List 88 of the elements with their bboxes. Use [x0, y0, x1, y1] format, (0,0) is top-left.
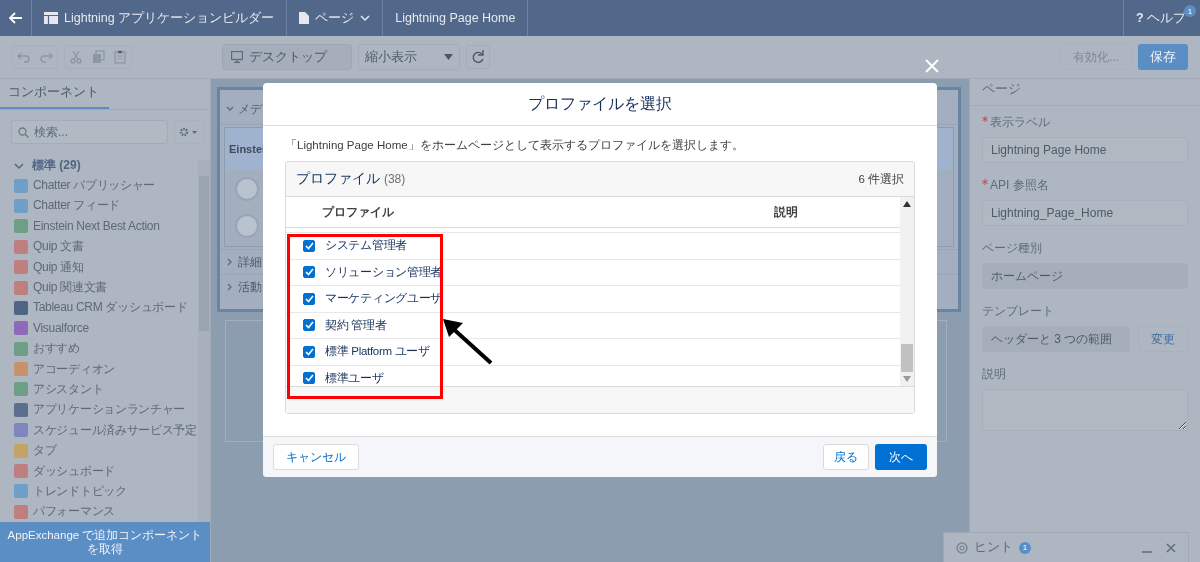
component-item[interactable]: Tableau CRM ダッシュボード [33, 299, 188, 317]
readonly-field[interactable]: ヘッダーと 3 つの範囲 [982, 326, 1130, 352]
component-item[interactable]: タブ [33, 442, 57, 460]
profile-name: 標準 Platform ユーザ [325, 344, 430, 360]
checkbox[interactable] [303, 345, 315, 358]
search-icon [18, 127, 29, 138]
next-button[interactable]: 次へ [875, 444, 927, 470]
search-field[interactable]: 検索... [11, 120, 168, 144]
description-field[interactable] [982, 389, 1188, 431]
chevron-right-icon [226, 283, 234, 291]
component-item[interactable]: Quip 文書 [33, 238, 84, 256]
component-item[interactable]: Quip 関連文書 [33, 279, 107, 296]
profile-name: 契約 管理者 [325, 317, 387, 333]
component-item[interactable]: パフォーマンス [33, 503, 115, 521]
profile-name: ソリューション管理者 [325, 264, 442, 280]
component-item[interactable]: Chatter パブリッシャー [33, 177, 156, 195]
table-icon [44, 12, 58, 24]
checkbox[interactable] [303, 239, 315, 252]
hint-badge: 1 [1019, 541, 1031, 554]
profile-name: システム管理者 [325, 238, 407, 254]
change-button[interactable]: 変更 [1138, 326, 1188, 352]
component-item[interactable]: アプリケーションランチャー [33, 401, 186, 419]
back-button[interactable]: 戻る [823, 444, 869, 470]
checkbox[interactable] [303, 292, 315, 305]
device-selector[interactable]: デスクトップ [222, 44, 352, 70]
component-item[interactable]: スケジュール済みサービス予定 [33, 421, 197, 439]
group-header[interactable]: 標準 (29) [14, 156, 198, 176]
text-field[interactable]: Lightning_Page_Home [982, 200, 1188, 226]
appexchange-button[interactable]: AppExchange で追加コンポーネントを取得 [0, 522, 210, 562]
pointer-arrow [441, 317, 493, 365]
modal-description: 「Lightning Page Home」をホームページとして表示するプロファイルを選択します。 [285, 138, 745, 153]
monitor-icon [231, 51, 243, 63]
scroll-thumb[interactable] [901, 344, 913, 372]
component-item[interactable]: トレンドトピック [33, 482, 127, 500]
modal-title: プロファイルを選択 [528, 93, 672, 114]
column-header: プロファイル [321, 204, 395, 220]
scrollbar[interactable] [900, 197, 914, 386]
close-icon[interactable] [1166, 542, 1176, 553]
gear-icon [179, 127, 199, 137]
component-item[interactable]: おすすめ [33, 340, 80, 358]
component-item[interactable]: Einstein Next Best Action [33, 219, 160, 234]
cancel-button[interactable]: キャンセル [273, 444, 359, 470]
caret-down-icon [444, 54, 453, 60]
panel-title: ページ [970, 79, 1200, 106]
field-label: API 参照名 [990, 177, 1049, 194]
refresh-icon[interactable] [466, 45, 490, 69]
section-title: 活動 [238, 278, 262, 296]
field-label: 表示ラベル [990, 114, 1050, 131]
zoom-dropdown[interactable]: 縮小表示 [358, 44, 460, 70]
field-label: 説明 [982, 366, 1006, 383]
card-title: プロファイル (38) [296, 170, 406, 188]
chevron-down-icon [360, 14, 371, 22]
field-label: ページ種別 [982, 240, 1042, 257]
component-item[interactable]: アコーディオン [33, 360, 115, 378]
component-item[interactable]: アシスタント [33, 380, 104, 398]
column-header: 説明 [774, 204, 798, 220]
back-arrow-icon [8, 12, 23, 24]
checkbox[interactable] [303, 319, 315, 332]
profile-name: 標準ユーザ [325, 370, 384, 386]
component-item[interactable]: Chatter フィード [33, 197, 121, 215]
chevron-down-icon [226, 105, 234, 113]
avatar-icon [235, 176, 259, 201]
text-field[interactable]: Lightning Page Home [982, 137, 1188, 163]
selected-count: 6 件選択 [858, 171, 904, 187]
lifebuoy-icon [956, 541, 968, 554]
chevron-icon [14, 160, 24, 171]
scroll-down-icon[interactable] [903, 376, 911, 382]
hint-label: ヒント [974, 539, 1013, 556]
checkbox[interactable] [303, 266, 315, 279]
section-title: メデ [238, 100, 262, 118]
section-title: 詳細 [238, 253, 262, 271]
document-icon [299, 12, 310, 24]
field-label: テンプレート [982, 303, 1054, 320]
chevron-right-icon [226, 258, 234, 266]
scroll-up-icon[interactable] [903, 201, 911, 207]
component-item[interactable]: Visualforce [33, 321, 89, 336]
settings-button[interactable] [174, 120, 204, 144]
hint-bar[interactable]: ヒント 1 [943, 532, 1189, 562]
save-button[interactable]: 保存 [1138, 44, 1188, 70]
checkbox[interactable] [303, 372, 315, 385]
component-item[interactable]: ダッシュボード [33, 462, 115, 480]
avatar-icon [235, 213, 259, 238]
help-badge: 1 [1184, 5, 1196, 17]
readonly-field[interactable]: ホームページ [982, 263, 1188, 289]
app-name: Lightning アプリケーションビルダー [64, 9, 275, 27]
scrollbar[interactable] [198, 160, 210, 522]
components-tab[interactable]: コンポーネント [0, 84, 109, 109]
component-item[interactable]: Quip 通知 [33, 258, 84, 276]
